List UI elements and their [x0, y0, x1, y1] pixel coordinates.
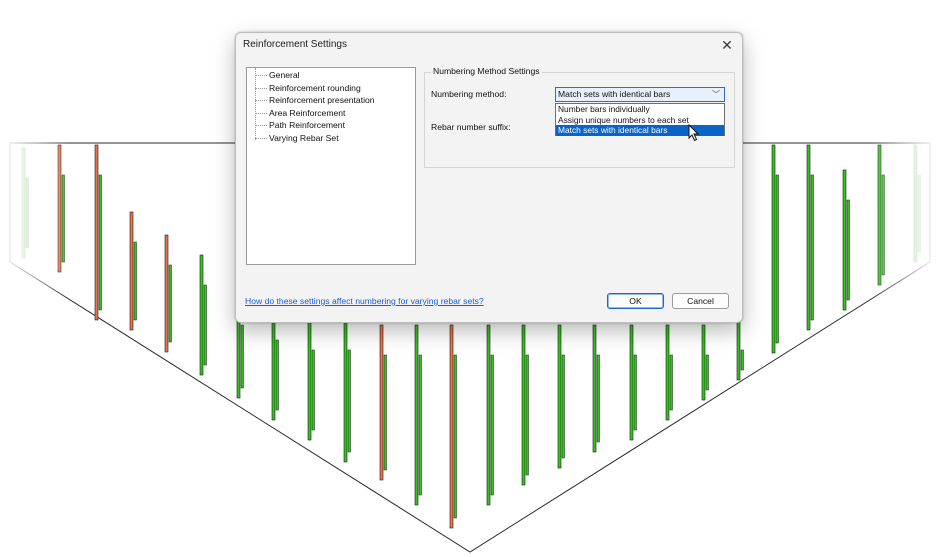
- rebar-bar-secondary: [775, 174, 779, 344]
- rebar-bar-secondary: [490, 354, 494, 496]
- rebar-bar-secondary: [525, 354, 529, 476]
- chevron-down-icon[interactable]: ﹀: [712, 88, 720, 101]
- rebar-bar: [414, 324, 419, 506]
- rebar-bar-secondary: [633, 354, 637, 431]
- rebar-bar-secondary: [705, 354, 709, 391]
- rebar-bar-secondary: [596, 354, 600, 443]
- group-title: Numbering Method Settings: [431, 66, 542, 76]
- rebar-bar: [557, 324, 562, 469]
- tree-item-label: Path Reinforcement: [269, 120, 345, 130]
- rebar-bar-secondary: [561, 354, 565, 459]
- rebar-bar-secondary: [418, 354, 422, 496]
- rebar-bar: [129, 211, 134, 331]
- rebar-bar-secondary: [203, 284, 207, 366]
- rebar-bar-secondary: [347, 349, 351, 453]
- rebar-bar: [343, 319, 348, 463]
- tree-item-label: Reinforcement rounding: [269, 82, 361, 93]
- rebar-bar: [736, 319, 741, 381]
- option-number-bars-individually[interactable]: Number bars individually: [556, 104, 724, 115]
- ok-button[interactable]: OK: [607, 293, 664, 309]
- rebar-bar: [94, 144, 99, 321]
- rebar-bar: [486, 324, 491, 506]
- rebar-bar: [665, 324, 670, 421]
- rebar-bar-secondary: [740, 349, 744, 371]
- rebar-bar: [521, 324, 526, 486]
- rebar-bar-secondary: [383, 354, 387, 471]
- rebar-bar-secondary: [98, 174, 102, 311]
- rebar-bar-secondary: [275, 339, 279, 411]
- rebar-bar-secondary: [133, 241, 137, 321]
- tree-item-reinforcement-rounding[interactable]: Reinforcement rounding: [255, 82, 361, 95]
- tree-item-label: Reinforcement presentation: [269, 95, 375, 105]
- rebar-bar-secondary: [240, 324, 244, 389]
- rebar-bar: [449, 324, 454, 529]
- edge-fade-right: [870, 130, 940, 330]
- cancel-button[interactable]: Cancel: [672, 293, 729, 309]
- rebar-bar: [271, 309, 276, 421]
- rebar-bar-secondary: [846, 199, 850, 301]
- tree-item-label: General: [269, 70, 300, 80]
- rebar-bar: [629, 324, 634, 441]
- tree-item-reinforcement-presentation[interactable]: Reinforcement presentation: [255, 94, 375, 107]
- tree-item-area-reinforcement[interactable]: Area Reinforcement: [255, 107, 345, 120]
- rebar-bar: [199, 254, 204, 376]
- rebar-bar-secondary: [311, 349, 315, 431]
- help-link-varying-rebar-numbering[interactable]: How do these settings affect numbering f…: [245, 296, 484, 306]
- rebar-bar-secondary: [810, 174, 814, 321]
- tree-item-label: Varying Rebar Set: [269, 132, 339, 143]
- rebar-bar: [379, 324, 384, 481]
- rebar-bar-secondary: [669, 354, 673, 411]
- reinforcement-settings-dialog: Reinforcement Settings ✕ General Reinfor…: [235, 32, 743, 323]
- rebar-bar: [164, 234, 169, 353]
- rebar-bar: [806, 144, 811, 331]
- tree-item-label: Area Reinforcement: [269, 107, 346, 118]
- settings-category-tree[interactable]: General Reinforcement rounding Reinforce…: [246, 67, 416, 265]
- rebar-bar: [771, 144, 776, 354]
- rebar-bar: [842, 169, 847, 311]
- tree-item-general[interactable]: General: [255, 69, 300, 82]
- rebar-bar: [592, 324, 597, 453]
- combobox-value: Match sets with identical bars: [558, 89, 671, 99]
- edge-fade-left: [0, 130, 70, 330]
- tree-item-path-reinforcement[interactable]: Path Reinforcement: [255, 119, 345, 132]
- numbering-method-label: Numbering method:: [431, 89, 507, 99]
- rebar-bar: [701, 324, 706, 401]
- close-icon[interactable]: ✕: [716, 35, 738, 55]
- tree-item-varying-rebar-set[interactable]: Varying Rebar Set: [255, 132, 339, 145]
- numbering-method-combobox[interactable]: Match sets with identical bars ﹀: [555, 87, 725, 102]
- rebar-number-suffix-label: Rebar number suffix:: [431, 122, 511, 132]
- rebar-bar-secondary: [453, 354, 457, 519]
- rebar-bar: [307, 319, 312, 441]
- mouse-pointer-icon: [688, 124, 700, 142]
- dialog-titlebar[interactable]: Reinforcement Settings ✕: [236, 33, 742, 57]
- rebar-bar-secondary: [168, 264, 172, 343]
- dialog-title: Reinforcement Settings: [243, 39, 347, 50]
